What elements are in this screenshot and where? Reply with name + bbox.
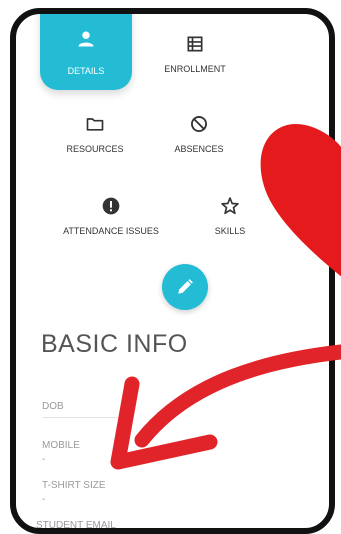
field-label-tshirt-size: T-SHIRT SIZE xyxy=(42,480,106,491)
menu-item-label: ABSENCES xyxy=(174,144,224,154)
menu-item-resources[interactable]: RESOURCES xyxy=(56,114,134,154)
menu-item-label: ATTENDANCE ISSUES xyxy=(63,226,159,236)
menu-item-label: SKILLS xyxy=(214,226,246,236)
menu-item-label: RESOURCES xyxy=(66,144,124,154)
field-underline xyxy=(42,417,118,418)
list-icon xyxy=(187,36,203,52)
star-icon xyxy=(221,197,239,215)
menu-item-skills[interactable]: SKILLS xyxy=(200,196,260,236)
menu-item-enrollment[interactable]: ENROLLMENT xyxy=(152,34,238,74)
menu-item-absences[interactable]: ABSENCES xyxy=(162,114,236,154)
field-value-tshirt-size: - xyxy=(42,494,46,505)
menu-item-attendance-issues[interactable]: ATTENDANCE ISSUES xyxy=(52,196,170,236)
field-label-student-email: STUDENT EMAIL xyxy=(36,520,116,531)
pencil-icon xyxy=(178,279,193,294)
phone-frame: DETAILS ENROLLMENT RESOURCES ABSENCES AT… xyxy=(10,8,335,534)
menu-item-label: DETAILS xyxy=(67,66,105,76)
menu-item-label: ENROLLMENT xyxy=(164,64,226,74)
edit-button[interactable] xyxy=(162,264,208,310)
field-label-dob: DOB xyxy=(42,401,64,412)
person-icon xyxy=(78,31,94,47)
folder-icon xyxy=(86,118,104,131)
section-title: BASIC INFO xyxy=(41,330,188,358)
menu-item-details[interactable]: DETAILS xyxy=(40,14,132,90)
field-value-mobile: - xyxy=(42,454,46,465)
block-icon xyxy=(191,116,207,132)
field-label-mobile: MOBILE xyxy=(42,440,80,451)
alert-icon xyxy=(102,197,120,215)
